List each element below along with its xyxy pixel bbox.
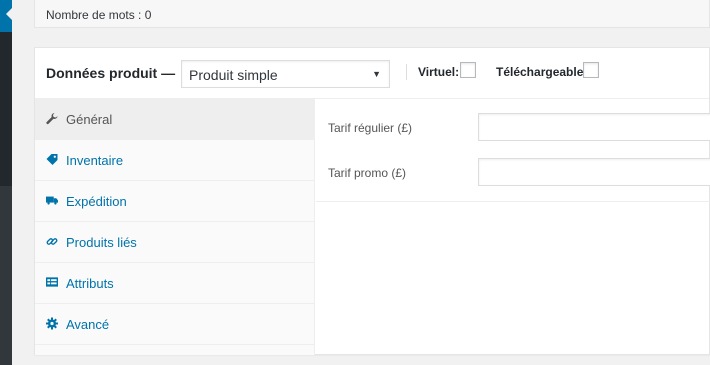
admin-menu-sidebar (0, 0, 12, 365)
word-count-bar: Nombre de mots : 0 (34, 0, 710, 28)
regular-price-input[interactable] (478, 113, 710, 141)
chevron-down-icon: ▼ (372, 69, 381, 79)
admin-menu-active-item[interactable] (0, 0, 12, 32)
tab-attributes[interactable]: Attributs (35, 263, 314, 304)
tab-linked-products[interactable]: Produits liés (35, 222, 314, 263)
tab-general-label: Général (66, 112, 113, 127)
tab-shipping[interactable]: Expédition (35, 181, 314, 222)
tab-general[interactable]: Général (35, 99, 314, 140)
table-icon (46, 276, 58, 288)
sale-price-input[interactable] (478, 158, 710, 186)
product-type-select[interactable]: Produit simple ▼ (181, 60, 390, 88)
product-data-title: Données produit — (46, 65, 176, 81)
tab-attributes-label: Attributs (66, 276, 114, 291)
tab-advanced[interactable]: Avancé (35, 304, 314, 345)
product-data-tabs: Général Inventaire Expédition Produits l… (35, 99, 315, 355)
gear-icon (46, 317, 58, 329)
general-panel: Tarif régulier (£) Tarif promo (£) (316, 99, 710, 202)
sale-price-label: Tarif promo (£) (328, 166, 407, 180)
menu-arrow-icon (6, 8, 12, 20)
downloadable-label: Téléchargeable: (496, 65, 588, 79)
regular-price-label: Tarif régulier (£) (328, 121, 413, 135)
virtual-label: Virtuel: (418, 65, 460, 79)
tab-linked-products-label: Produits liés (66, 235, 137, 250)
admin-menu-lower-section (0, 186, 12, 365)
tab-inventory-label: Inventaire (66, 153, 124, 168)
tag-icon (46, 153, 58, 165)
downloadable-checkbox[interactable] (583, 62, 599, 78)
tab-inventory[interactable]: Inventaire (35, 140, 314, 181)
product-data-box: Données produit — Produit simple ▼ Virtu… (34, 47, 710, 355)
product-type-value: Produit simple (189, 67, 278, 83)
product-data-header: Données produit — Produit simple ▼ Virtu… (35, 48, 709, 99)
tab-advanced-label: Avancé (66, 317, 110, 332)
word-count-text: Nombre de mots : 0 (46, 8, 152, 22)
wrench-icon (46, 112, 58, 124)
truck-icon (46, 194, 58, 206)
header-divider (406, 64, 407, 80)
virtual-checkbox[interactable] (460, 62, 476, 78)
link-icon (46, 235, 58, 247)
tab-shipping-label: Expédition (66, 194, 127, 209)
